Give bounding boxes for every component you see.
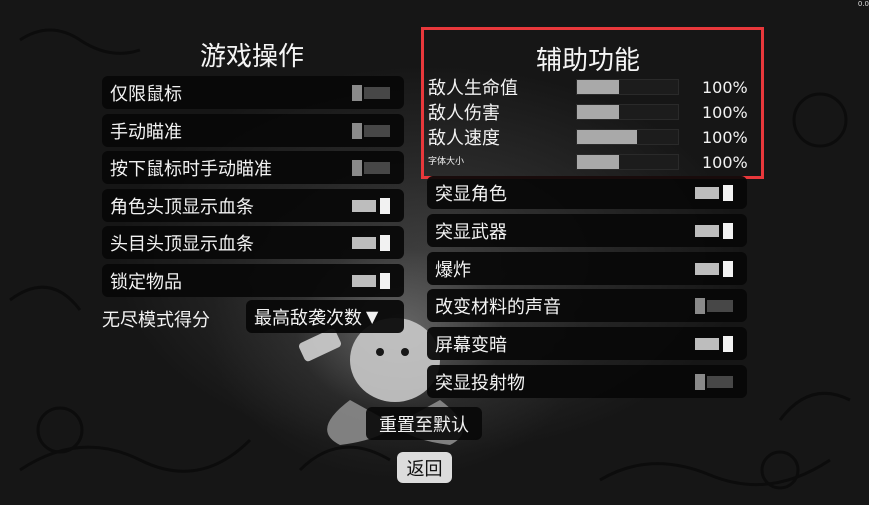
toggle-switch[interactable] [695,261,733,277]
toggle-row-highlight-character[interactable]: 突显角色 [427,176,747,209]
toggle-row-highlight-projectiles[interactable]: 突显投射物 [427,365,747,398]
caret-down-icon: ▼ [366,307,379,326]
toggle-switch[interactable] [695,374,733,390]
toggle-switch[interactable] [695,223,733,239]
toggle-row-manual-aim[interactable]: 手动瞄准 [102,114,404,147]
gameplay-title: 游戏操作 [199,42,304,72]
highlight-box [421,27,764,179]
toggle-switch[interactable] [695,185,733,201]
toggle-row-material-sound[interactable]: 改变材料的声音 [427,289,747,322]
corner-text: 0.0 [857,0,869,8]
toggle-row-highlight-weapons[interactable]: 突显武器 [427,214,747,247]
toggle-row-boss-healthbar[interactable]: 头目头顶显示血条 [102,226,404,259]
toggle-switch[interactable] [352,235,390,251]
toggle-switch[interactable] [352,123,390,139]
endless-score-label: 无尽模式得分 [102,310,210,331]
toggle-row-lock-items[interactable]: 锁定物品 [102,264,404,297]
toggle-row-dim-screen[interactable]: 屏幕变暗 [427,327,747,360]
toggle-row-mouse-only[interactable]: 仅限鼠标 [102,76,404,109]
reset-default-button[interactable]: 重置至默认 [366,407,482,440]
toggle-row-manual-aim-on-press[interactable]: 按下鼠标时手动瞄准 [102,151,404,184]
toggle-switch[interactable] [352,160,390,176]
toggle-switch[interactable] [352,85,390,101]
dropdown-value: 最高敌袭次数 [254,307,362,329]
toggle-row-explosions[interactable]: 爆炸 [427,252,747,285]
toggle-switch[interactable] [352,198,390,214]
back-button[interactable]: 返回 [397,452,452,483]
toggle-switch[interactable] [695,336,733,352]
endless-score-dropdown[interactable]: 最高敌袭次数 ▼ [246,300,404,333]
toggle-row-character-healthbar[interactable]: 角色头顶显示血条 [102,189,404,222]
toggle-switch[interactable] [695,298,733,314]
toggle-switch[interactable] [352,273,390,289]
